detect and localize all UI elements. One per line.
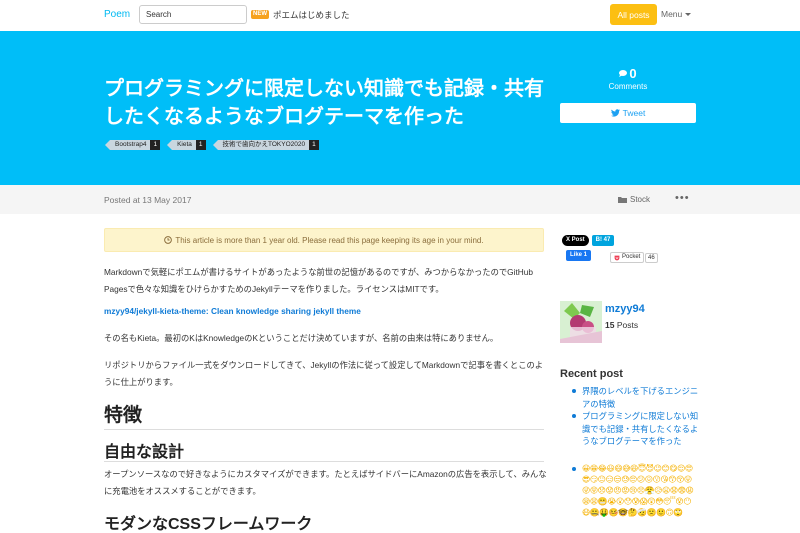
tag-name: Kieta — [167, 140, 196, 150]
comments-count: 0 — [629, 66, 637, 81]
tweet-button[interactable]: Tweet — [560, 103, 696, 123]
tag-count: 1 — [309, 140, 319, 150]
posted-date: Posted at 13 May 2017 — [104, 195, 192, 205]
pocket-label: Pocket — [622, 254, 641, 260]
tag-name: 技術で歯向かえTOKYO2020 — [212, 140, 310, 150]
pocket-button[interactable]: Pocket — [610, 252, 645, 263]
age-warning-alert: This article is more than 1 year old. Pl… — [104, 228, 544, 252]
comments-label: Comments — [608, 82, 648, 91]
avatar-image — [560, 301, 602, 343]
tag-count: 1 — [150, 140, 161, 150]
heading-modern-css: モダンなCSSフレームワーク — [104, 510, 544, 533]
author-posts: 15 Posts — [605, 320, 638, 330]
post-meta-bar: Posted at 13 May 2017 Stock ••• — [0, 185, 800, 214]
tag-name: Bootstrap4 — [104, 140, 151, 150]
new-badge: NEW — [251, 10, 269, 19]
search-input[interactable] — [139, 5, 247, 24]
facebook-like-button[interactable]: Like 1 — [566, 250, 592, 261]
stock-button[interactable]: Stock — [618, 195, 650, 204]
pocket-count: 46 — [645, 253, 658, 263]
heading-free-design: 自由な設計 — [104, 438, 544, 462]
news-link[interactable]: ポエムはじめました — [273, 9, 350, 21]
author-name[interactable]: mzyy94 — [605, 303, 645, 315]
tweet-label: Tweet — [622, 108, 646, 118]
article-paragraph: オープンソースなので好きなようにカスタマイズができます。たとえばサイドバーにAm… — [104, 469, 547, 496]
more-options-button[interactable]: ••• — [675, 192, 690, 204]
tag-bootstrap4[interactable]: Bootstrap4 1 — [104, 140, 161, 150]
menu-label: Menu — [661, 9, 683, 19]
author-posts-count: 15 — [605, 320, 615, 330]
tag-kieta[interactable]: Kieta 1 — [167, 140, 206, 150]
folder-icon — [618, 197, 627, 203]
author-avatar[interactable] — [560, 301, 602, 343]
recent-post-item[interactable]: プログラミングに限定しない知識でも記録・共有したくなるようなブログテーマを作った — [570, 410, 700, 448]
navbar: Poem NEW ポエムはじめました All posts Menu — [0, 0, 800, 31]
pocket-icon — [614, 255, 620, 260]
comments-count-row: 0 — [560, 66, 696, 81]
share-buttons: X Post B! 47 — [562, 235, 615, 246]
post-title: プログラミングに限定しない知識でも記録・共有したくなるようなブログテーマを作った — [104, 78, 544, 128]
article-paragraph: Markdownで気軽にポエムが書けるサイトがあったような前世の記憶があるのです… — [104, 267, 533, 294]
hatena-bookmark-button[interactable]: B! 47 — [591, 235, 615, 246]
menu-dropdown[interactable]: Menu — [661, 9, 692, 19]
recent-post-bullet — [570, 463, 580, 473]
x-post-button[interactable]: X Post — [562, 235, 589, 246]
author-posts-label: Posts — [616, 320, 639, 330]
recent-post-item[interactable]: 界隈のレベルを下げるエンジニアの特徴 — [570, 385, 700, 410]
twitter-bird-icon — [610, 109, 620, 117]
tag-list: Bootstrap4 1 Kieta 1 技術で歯向かえTOKYO2020 1 — [104, 140, 319, 150]
hero-header: プログラミングに限定しない知識でも記録・共有したくなるようなブログテーマを作った… — [0, 31, 800, 185]
repo-link[interactable]: mzyy94/jekyll-kieta-theme: Clean knowled… — [104, 306, 361, 316]
recent-posts-list: 界隈のレベルを下げるエンジニアの特徴 プログラミングに限定しない知識でも記録・共… — [570, 385, 700, 471]
age-warning-text: This article is more than 1 year old. Pl… — [175, 235, 484, 245]
recent-posts-heading: Recent post — [560, 368, 623, 380]
stock-label: Stock — [630, 195, 651, 204]
clock-icon — [164, 236, 173, 244]
comment-icon — [619, 70, 628, 77]
brand-logo[interactable]: Poem — [104, 9, 130, 20]
tag-tokyo2020[interactable]: 技術で歯向かえTOKYO2020 1 — [212, 140, 319, 150]
comments-counter[interactable]: 0 Comments — [560, 66, 696, 91]
article-paragraph: リポジトリからファイル一式をダウンロードしてきて、Jekyllの作法に従って設定… — [104, 360, 544, 387]
tag-count: 1 — [195, 140, 206, 150]
recent-post-emoji[interactable]: 😀😁😂😃😄😅😆😇😈😉😊😋😌😍😎😏😐😑😒😓😔😕😖😗😘😙😚😛😜😝😞😟😠😡😢😣😤😥😦😧… — [582, 463, 694, 518]
all-posts-button[interactable]: All posts — [610, 4, 657, 25]
chevron-down-icon — [685, 13, 692, 17]
heading-features: 特徴 — [104, 400, 544, 430]
article-paragraph: その名もKieta。最初のKはKnowledgeのKということだけ決めていますが… — [104, 333, 499, 343]
